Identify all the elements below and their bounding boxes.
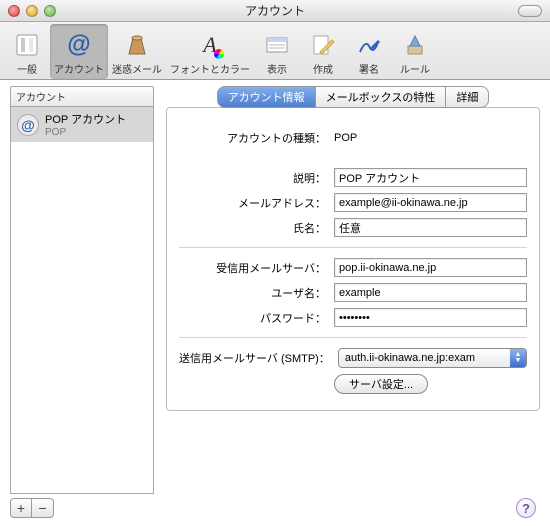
accounts-list[interactable]: @ POP アカウント POP	[10, 107, 154, 494]
prefs-toolbar: 一般 @ アカウント 迷惑メール A フォントとカラー 表示 作成 署名	[0, 22, 550, 80]
server-settings-button[interactable]: サーバ設定...	[334, 374, 428, 394]
account-name: POP アカウント	[45, 111, 126, 127]
remove-account-button[interactable]: −	[32, 498, 54, 518]
account-type: POP	[45, 127, 126, 138]
rules-icon	[400, 30, 430, 60]
separator	[179, 337, 527, 338]
smtp-value: auth.ii-okinawa.ne.jp:exam	[345, 352, 475, 364]
popup-arrows-icon: ▲▼	[510, 349, 526, 367]
incoming-server-label: 受信用メールサーバ：	[179, 260, 334, 276]
switch-icon	[12, 30, 42, 60]
at-icon: @	[64, 30, 94, 60]
toolbar-viewing[interactable]: 表示	[254, 24, 300, 79]
tab-advanced[interactable]: 詳細	[446, 86, 489, 108]
toolbar-general[interactable]: 一般	[4, 24, 50, 79]
account-info-panel: アカウントの種類： POP 説明： メールアドレス： 氏名： 受信用メールサーバ…	[166, 107, 540, 411]
accounts-list-header: アカウント	[10, 86, 154, 107]
account-type-value: POP	[334, 132, 357, 144]
tab-mailbox-behaviors[interactable]: メールボックスの特性	[316, 86, 447, 108]
description-input[interactable]	[334, 168, 527, 187]
password-label: パスワード：	[179, 310, 334, 326]
email-label: メールアドレス：	[179, 195, 334, 211]
viewing-icon	[262, 30, 292, 60]
toolbar-label: 迷惑メール	[112, 61, 162, 76]
toolbar-label: 表示	[267, 61, 287, 76]
account-type-label: アカウントの種類：	[179, 130, 334, 146]
toolbar-label: 署名	[359, 61, 379, 76]
incoming-server-input[interactable]	[334, 258, 527, 277]
password-input[interactable]	[334, 308, 527, 327]
toolbar-junk[interactable]: 迷惑メール	[108, 24, 166, 79]
add-account-button[interactable]: +	[10, 498, 32, 518]
toolbar-compose[interactable]: 作成	[300, 24, 346, 79]
account-row[interactable]: @ POP アカウント POP	[11, 107, 153, 142]
signature-icon	[354, 30, 384, 60]
at-icon: @	[17, 114, 39, 136]
compose-icon	[308, 30, 338, 60]
help-button[interactable]: ?	[516, 498, 536, 518]
toolbar-label: フォントとカラー	[170, 61, 250, 76]
fullname-input[interactable]	[334, 218, 527, 237]
smtp-popup[interactable]: auth.ii-okinawa.ne.jp:exam ▲▼	[338, 348, 527, 368]
titlebar: アカウント	[0, 0, 550, 22]
window-title: アカウント	[0, 2, 550, 19]
username-input[interactable]	[334, 283, 527, 302]
email-input[interactable]	[334, 193, 527, 212]
toolbar-signature[interactable]: 署名	[346, 24, 392, 79]
toolbar-accounts[interactable]: @ アカウント	[50, 24, 108, 79]
tabs: アカウント情報 メールボックスの特性 詳細	[166, 86, 540, 108]
junk-icon	[122, 30, 152, 60]
toolbar-rules[interactable]: ルール	[392, 24, 438, 79]
toolbar-toggle-button[interactable]	[518, 5, 542, 17]
username-label: ユーザ名：	[179, 285, 334, 301]
tab-account-info[interactable]: アカウント情報	[217, 86, 316, 108]
smtp-label: 送信用メールサーバ (SMTP)：	[179, 350, 338, 366]
toolbar-label: 作成	[313, 61, 333, 76]
description-label: 説明：	[179, 170, 334, 186]
toolbar-label: アカウント	[54, 61, 104, 76]
toolbar-label: 一般	[17, 61, 37, 76]
fonts-icon: A	[195, 30, 225, 60]
toolbar-fonts[interactable]: A フォントとカラー	[166, 24, 254, 79]
separator	[179, 247, 527, 248]
toolbar-label: ルール	[400, 61, 430, 76]
fullname-label: 氏名：	[179, 220, 334, 236]
